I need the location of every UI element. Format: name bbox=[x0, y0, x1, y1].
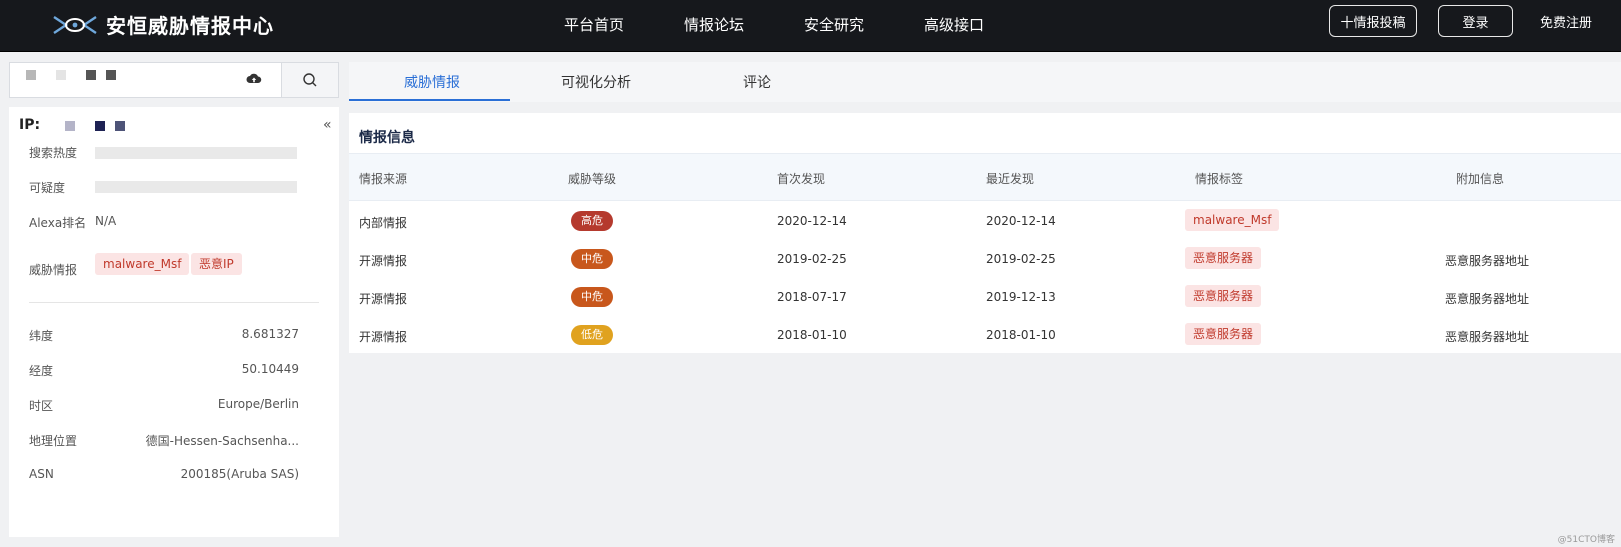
nav-home[interactable]: 平台首页 bbox=[564, 14, 624, 35]
masked-ip bbox=[95, 121, 105, 131]
source-cell: 开源情报 bbox=[359, 254, 408, 268]
column-header: 首次发现 bbox=[777, 172, 826, 186]
logo-text: 安恒威胁情报中心 bbox=[106, 14, 274, 38]
threat-tag[interactable]: malware_Msf bbox=[95, 253, 190, 275]
intel-table-card: 情报信息 情报来源 威胁等级 首次发现 最近发现 情报标签 附加信息 内部情报 … bbox=[349, 113, 1621, 353]
asn-value: 200185(Aruba SAS) bbox=[180, 467, 299, 481]
masked-text bbox=[86, 70, 96, 80]
timezone-label: 时区 bbox=[29, 399, 54, 413]
nav-api[interactable]: 高级接口 bbox=[924, 14, 984, 35]
extra-info-cell: 恶意服务器地址 bbox=[1445, 292, 1530, 306]
masked-text bbox=[56, 70, 66, 80]
watermark: @51CTO博客 bbox=[1557, 535, 1615, 545]
logo-icon bbox=[53, 15, 97, 34]
first-seen-cell: 2018-01-10 bbox=[777, 328, 847, 342]
last-seen-cell: 2020-12-14 bbox=[986, 214, 1056, 228]
intel-tag[interactable]: 恶意服务器 bbox=[1185, 247, 1262, 269]
suspicion-label: 可疑度 bbox=[29, 181, 66, 195]
alexa-rank-value: N/A bbox=[95, 214, 117, 228]
search-heat-bar bbox=[95, 147, 297, 159]
last-seen-cell: 2018-01-10 bbox=[986, 328, 1056, 342]
last-seen-cell: 2019-02-25 bbox=[986, 252, 1056, 266]
first-seen-cell: 2019-02-25 bbox=[777, 252, 847, 266]
threat-intel-label: 威胁情报 bbox=[29, 263, 78, 277]
search-button[interactable] bbox=[282, 63, 338, 97]
column-header: 最近发现 bbox=[986, 172, 1035, 186]
intel-tag[interactable]: 恶意服务器 bbox=[1185, 323, 1262, 345]
extra-info-cell: 恶意服务器地址 bbox=[1445, 254, 1530, 268]
submit-intel-button[interactable]: 十情报投稿 bbox=[1329, 5, 1417, 37]
logo[interactable]: 安恒威胁情报中心 bbox=[52, 10, 274, 39]
threat-level-badge: 高危 bbox=[571, 211, 613, 231]
column-header: 情报来源 bbox=[359, 172, 408, 186]
cloud-upload-icon[interactable] bbox=[246, 72, 262, 86]
threat-level-badge: 低危 bbox=[571, 325, 613, 345]
search-bar bbox=[9, 62, 339, 98]
threat-tag[interactable]: 恶意IP bbox=[191, 253, 242, 275]
suspicion-bar bbox=[95, 181, 297, 193]
intel-tag[interactable]: 恶意服务器 bbox=[1185, 285, 1262, 307]
divider bbox=[29, 302, 319, 303]
active-tab-indicator bbox=[349, 99, 510, 101]
tab-visual-analysis[interactable]: 可视化分析 bbox=[561, 72, 631, 92]
column-header: 威胁等级 bbox=[568, 172, 617, 186]
masked-ip bbox=[65, 121, 75, 131]
table-header: 情报来源 威胁等级 首次发现 最近发现 情报标签 附加信息 bbox=[349, 153, 1621, 201]
ip-label: IP: bbox=[19, 117, 41, 133]
asn-label: ASN bbox=[29, 467, 54, 481]
tab-bar: 威胁情报 可视化分析 评论 bbox=[349, 62, 1621, 102]
longitude-label: 经度 bbox=[29, 364, 54, 378]
nav-research[interactable]: 安全研究 bbox=[804, 14, 864, 35]
section-title: 情报信息 bbox=[359, 130, 415, 146]
first-seen-cell: 2018-07-17 bbox=[777, 290, 847, 304]
login-button[interactable]: 登录 bbox=[1438, 5, 1513, 37]
threat-level-badge: 中危 bbox=[571, 249, 613, 269]
tab-comments[interactable]: 评论 bbox=[743, 72, 771, 92]
extra-info-cell: 恶意服务器地址 bbox=[1445, 330, 1530, 344]
intel-tag[interactable]: malware_Msf bbox=[1185, 209, 1280, 231]
masked-text bbox=[26, 70, 36, 80]
latitude-value: 8.681327 bbox=[241, 327, 299, 341]
timezone-value: Europe/Berlin bbox=[217, 397, 299, 411]
source-cell: 开源情报 bbox=[359, 330, 408, 344]
register-link[interactable]: 免费注册 bbox=[1540, 12, 1592, 31]
first-seen-cell: 2020-12-14 bbox=[777, 214, 847, 228]
source-cell: 开源情报 bbox=[359, 292, 408, 306]
latitude-label: 纬度 bbox=[29, 329, 54, 343]
location-label: 地理位置 bbox=[29, 434, 78, 448]
column-header: 情报标签 bbox=[1195, 172, 1244, 186]
source-cell: 内部情报 bbox=[359, 216, 408, 230]
top-nav-bar: 安恒威胁情报中心 平台首页 情报论坛 安全研究 高级接口 十情报投稿 登录 免费… bbox=[0, 0, 1621, 52]
search-input[interactable] bbox=[10, 63, 282, 97]
collapse-panel-button[interactable]: « bbox=[323, 117, 332, 133]
threat-level-badge: 中危 bbox=[571, 287, 613, 307]
tab-threat-intel[interactable]: 威胁情报 bbox=[404, 72, 460, 92]
column-header: 附加信息 bbox=[1456, 172, 1505, 186]
search-heat-label: 搜索热度 bbox=[29, 146, 78, 160]
nav-forum[interactable]: 情报论坛 bbox=[684, 14, 744, 35]
location-value: 德国-Hessen-Sachsenha... bbox=[145, 434, 299, 448]
ip-info-panel: IP: « 搜索热度 可疑度 Alexa排名 N/A 威胁情报 malware_… bbox=[9, 107, 339, 537]
longitude-value: 50.10449 bbox=[241, 362, 299, 376]
last-seen-cell: 2019-12-13 bbox=[986, 290, 1056, 304]
alexa-rank-label: Alexa排名 bbox=[29, 216, 87, 230]
masked-ip bbox=[115, 121, 125, 131]
search-icon bbox=[303, 73, 317, 87]
masked-text bbox=[106, 70, 116, 80]
